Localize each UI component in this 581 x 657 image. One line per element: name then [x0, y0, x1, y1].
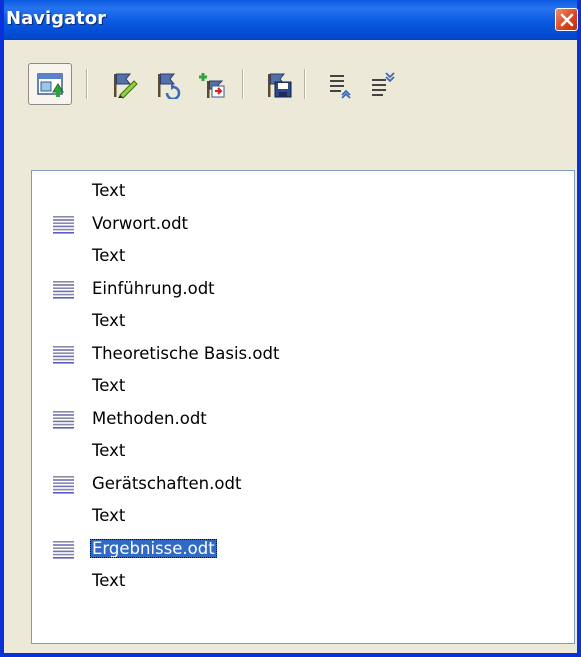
close-icon [560, 13, 574, 27]
tree-item-text[interactable]: Text [32, 502, 572, 534]
update-icon [158, 73, 181, 99]
tree-item-label: Ergebnisse.odt [90, 538, 217, 558]
toggle-button[interactable] [28, 63, 72, 105]
toolbar-separator [242, 69, 244, 99]
document-lines-icon [53, 215, 74, 234]
tree-item-label: Text [92, 376, 126, 395]
document-lines-icon [53, 540, 74, 559]
tree-item-text[interactable]: Text [32, 372, 572, 404]
document-tree[interactable]: Text Vorwort.odt Text Einführung.odt Text The… [31, 170, 575, 644]
save-contents-icon [268, 73, 292, 98]
move-up-icon [330, 75, 351, 99]
tree-item-document[interactable]: Einführung.odt [32, 275, 572, 307]
toggle-icon [37, 73, 64, 97]
save-contents-button[interactable] [258, 66, 298, 102]
tree-item-label: Text [92, 311, 126, 330]
tree-item-label: Text [92, 506, 126, 525]
document-lines-icon [53, 280, 74, 299]
edit-button[interactable] [104, 66, 144, 102]
tree-item-label: Methoden.odt [92, 408, 207, 428]
tree-item-label: Text [92, 246, 126, 265]
tree-item-text[interactable]: Text [32, 437, 572, 469]
tree-item-label: Gerätschaften.odt [92, 473, 242, 493]
title-bar[interactable]: Navigator [4, 0, 578, 40]
insert-icon [199, 73, 225, 98]
tree-item-label: Vorwort.odt [92, 213, 189, 233]
update-button[interactable] [148, 66, 188, 102]
insert-button[interactable] [192, 66, 232, 102]
document-lines-icon [53, 345, 74, 364]
move-up-button[interactable] [320, 66, 360, 102]
tree-item-document[interactable]: Gerätschaften.odt [32, 470, 572, 502]
tree-item-document[interactable]: Theoretische Basis.odt [32, 340, 572, 372]
tree-item-label: Text [92, 441, 126, 460]
navigator-window: Navigator Text Vorwort.odt Text Einführu… [0, 0, 581, 657]
tree-item-document[interactable]: Ergebnisse.odt [32, 535, 572, 567]
document-lines-icon [53, 475, 74, 494]
toolbar-separator [304, 69, 306, 99]
move-down-button[interactable] [362, 66, 402, 102]
toolbar-separator [86, 69, 88, 99]
tree-item-document[interactable]: Methoden.odt [32, 405, 572, 437]
tree-item-label: Text [92, 181, 126, 200]
toolbar [4, 40, 577, 128]
tree-item-text[interactable]: Text [32, 177, 572, 209]
tree-item-label: Einführung.odt [92, 278, 215, 298]
tree-item-label: Text [92, 571, 126, 590]
tree-item-text[interactable]: Text [32, 242, 572, 274]
move-down-icon [372, 72, 395, 96]
tree-item-document[interactable]: Vorwort.odt [32, 210, 572, 242]
tree-item-text[interactable]: Text [32, 567, 572, 599]
tree-item-label: Theoretische Basis.odt [92, 343, 280, 363]
document-lines-icon [53, 410, 74, 429]
close-button[interactable] [555, 8, 578, 31]
window-title: Navigator [6, 8, 106, 29]
edit-icon [114, 73, 138, 99]
tree-item-text[interactable]: Text [32, 307, 572, 339]
